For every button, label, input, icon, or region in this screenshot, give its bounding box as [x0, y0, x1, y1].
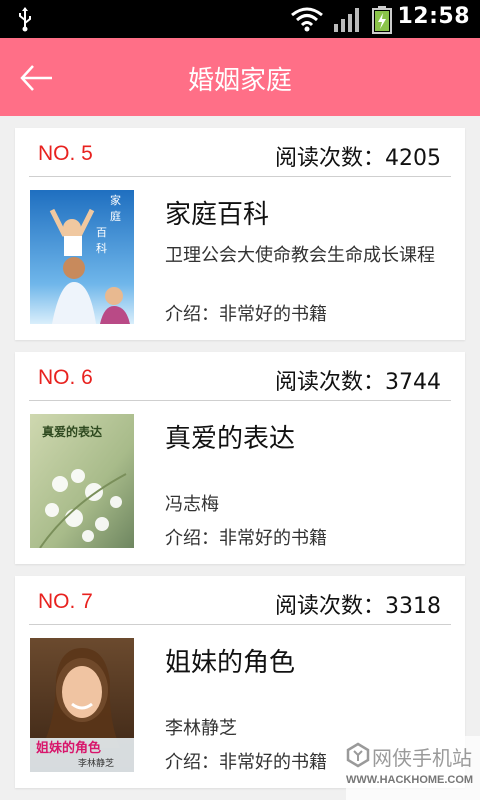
book-cover[interactable]: 姐妹的角色 李林静芝: [30, 638, 134, 772]
wifi-icon: [291, 7, 323, 32]
svg-text:百: 百: [96, 226, 107, 239]
book-cover[interactable]: 家 庭 百 科: [30, 190, 134, 324]
svg-text:庭: 庭: [110, 209, 121, 223]
svg-text:家: 家: [110, 193, 121, 207]
watermark-logo-icon: [346, 742, 370, 768]
book-card[interactable]: NO. 6 阅读次数：3744 真爱的表达 真爱的表达 冯志梅 介绍：非常好的书…: [15, 352, 465, 564]
watermark: 网侠手机站 WWW.HACKHOME.COM: [346, 736, 480, 800]
read-count: 阅读次数：3744: [275, 370, 441, 395]
book-author: 冯志梅: [165, 494, 219, 515]
read-count: 阅读次数：4205: [275, 146, 441, 171]
book-intro: 介绍：非常好的书籍: [165, 304, 327, 325]
rank-label: NO. 6: [38, 366, 93, 389]
divider: [29, 400, 451, 401]
usb-icon: [19, 7, 31, 32]
rank-label: NO. 7: [38, 590, 93, 613]
battery-charging-icon: [372, 6, 392, 34]
divider: [29, 624, 451, 625]
svg-text:真爱的表达: 真爱的表达: [42, 424, 102, 439]
book-author: 卫理公会大使命教会生命成长课程: [165, 245, 435, 266]
read-count: 阅读次数：3318: [275, 594, 441, 619]
svg-text:科: 科: [96, 241, 107, 255]
book-title: 姐妹的角色: [165, 648, 296, 678]
rank-label: NO. 5: [38, 142, 93, 165]
book-title: 真爱的表达: [165, 424, 296, 454]
status-bar: 12:58: [0, 0, 480, 38]
watermark-url: WWW.HACKHOME.COM: [346, 774, 474, 786]
app-header: 婚姻家庭: [0, 38, 480, 116]
clock: 12:58: [397, 4, 470, 29]
book-intro: 介绍：非常好的书籍: [165, 752, 327, 773]
watermark-text: 网侠手机站: [372, 746, 472, 770]
svg-text:李林静芝: 李林静芝: [78, 757, 114, 769]
signal-icon: [334, 8, 359, 32]
book-cover[interactable]: 真爱的表达: [30, 414, 134, 548]
book-card[interactable]: NO. 5 阅读次数：4205 家 庭 百 科 家庭百科 卫理公会大使命教会生命…: [15, 128, 465, 340]
svg-text:姐妹的角色: 姐妹的角色: [36, 740, 101, 756]
divider: [29, 176, 451, 177]
book-title: 家庭百科: [165, 200, 270, 230]
page-title: 婚姻家庭: [187, 66, 292, 96]
book-intro: 介绍：非常好的书籍: [165, 528, 327, 549]
